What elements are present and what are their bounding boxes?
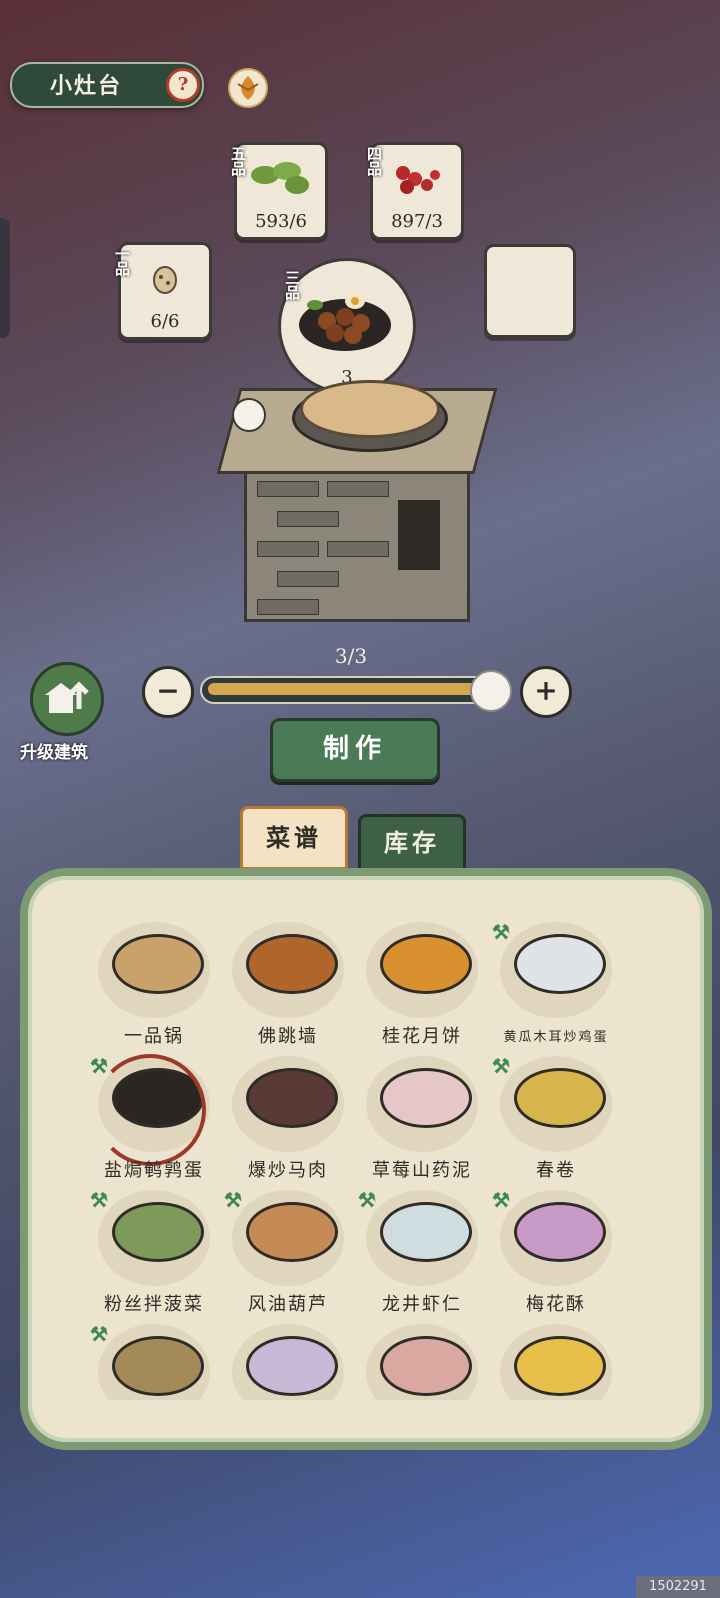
make-button[interactable]: 制作 xyxy=(270,718,440,782)
dish-icon xyxy=(514,934,606,994)
dish-icon xyxy=(514,1202,606,1262)
recipe-item[interactable]: 桂花月饼 xyxy=(356,922,488,1050)
hammer-icon: ⚒ xyxy=(492,1188,510,1212)
ingredient-count: 6/6 xyxy=(150,311,180,332)
quail-egg-icon xyxy=(153,266,177,294)
dish-icon xyxy=(246,934,338,994)
hammer-icon: ⚒ xyxy=(492,1054,510,1078)
herb-leaves-icon xyxy=(251,162,309,194)
quantity-slider-fill xyxy=(208,683,488,695)
dish-icon xyxy=(246,1202,338,1262)
recipe-item[interactable]: ⚒ 盐焗鹌鹑蛋 xyxy=(88,1054,220,1184)
upgrade-building-label[interactable]: 升级建筑 xyxy=(20,738,88,763)
recipe-item[interactable]: ⚒ 春卷 xyxy=(490,1054,622,1184)
dish-icon xyxy=(380,934,472,994)
recipe-name: 一品锅 xyxy=(124,1026,184,1047)
plus-button[interactable]: + xyxy=(520,666,572,718)
braised-eggs-dish-icon xyxy=(299,293,391,351)
ingredient-slot-empty[interactable] xyxy=(484,244,576,338)
recipe-name: 黄瓜木耳炒鸡蛋 xyxy=(503,1030,609,1045)
recipe-name: 盐焗鹌鹑蛋 xyxy=(104,1160,204,1181)
recipe-item[interactable]: ⚒ 风油葫芦 xyxy=(222,1188,354,1318)
recipe-name: 佛跳墙 xyxy=(258,1026,318,1047)
recipe-name: 梅花酥 xyxy=(526,1294,586,1315)
recipe-name: 粉丝拌菠菜 xyxy=(104,1294,204,1315)
dish-icon xyxy=(514,1336,606,1396)
hammer-icon: ⚒ xyxy=(224,1188,242,1212)
recipe-item[interactable]: ⚒爆炒马肉 xyxy=(222,1056,354,1184)
recipe-item[interactable]: ⚒ xyxy=(356,1324,488,1400)
hammer-icon: ⚒ xyxy=(90,1054,108,1078)
recipe-item[interactable]: ⚒ xyxy=(88,1324,220,1400)
recipe-item[interactable]: 佛跳墙 xyxy=(222,922,354,1050)
recipe-item[interactable]: ⚒ xyxy=(222,1324,354,1400)
recipe-item[interactable]: ⚒ 黄瓜木耳炒鸡蛋 xyxy=(490,920,622,1050)
recipe-name: 爆炒马肉 xyxy=(248,1160,328,1181)
hammer-icon: ⚒ xyxy=(358,1188,376,1212)
dish-icon xyxy=(246,1068,338,1128)
hammer-icon: ⚒ xyxy=(90,1188,108,1212)
recipe-name: 龙井虾仁 xyxy=(382,1294,462,1315)
ingredient-count: 593/6 xyxy=(255,211,307,232)
dish-icon xyxy=(246,1336,338,1396)
ingredient-count: 897/3 xyxy=(391,211,443,232)
selected-ring xyxy=(94,1054,206,1166)
recipe-item[interactable]: ⚒ 龙井虾仁 xyxy=(356,1188,488,1318)
recipe-name: 桂花月饼 xyxy=(382,1026,462,1047)
minus-button[interactable]: − xyxy=(142,666,194,718)
dish-icon xyxy=(380,1068,472,1128)
quantity-label: 3/3 xyxy=(334,644,368,668)
recipe-item[interactable]: 一品锅 xyxy=(88,922,220,1050)
quantity-slider-thumb[interactable] xyxy=(470,670,512,712)
grade-tag: 四品 xyxy=(365,146,383,176)
hammer-icon: ⚒ xyxy=(492,920,510,944)
recipe-item[interactable]: ⚒ 粉丝拌菠菜 xyxy=(88,1188,220,1318)
recipe-name: 春卷 xyxy=(536,1160,576,1181)
red-berries-icon xyxy=(396,166,440,194)
recipe-item[interactable]: ⚒ 梅花酥 xyxy=(490,1188,622,1318)
dish-icon xyxy=(380,1336,472,1396)
dish-icon xyxy=(380,1202,472,1262)
hammer-icon: ⚒ xyxy=(90,1324,108,1346)
bamboo-lid xyxy=(300,380,440,438)
help-icon[interactable]: ? xyxy=(166,68,200,102)
grade-tag: 三品 xyxy=(283,270,301,300)
dish-icon xyxy=(514,1068,606,1128)
page-title: 小灶台 xyxy=(50,73,123,99)
tab-inventory[interactable]: 库存 xyxy=(358,814,466,872)
fire-hole xyxy=(398,500,440,570)
grade-tag: 一品 xyxy=(113,246,131,276)
dish-icon xyxy=(112,1336,204,1396)
dish-icon xyxy=(112,934,204,994)
teapot-icon xyxy=(232,398,266,432)
upgrade-building-icon[interactable] xyxy=(30,662,104,736)
watermark: 1502291 xyxy=(636,1576,720,1598)
recipe-name: 草莓山药泥 xyxy=(372,1160,472,1181)
recipe-item[interactable]: ⚒ xyxy=(490,1324,622,1400)
dish-icon xyxy=(112,1202,204,1262)
side-drawer-handle[interactable] xyxy=(0,218,10,338)
phoenix-emblem-icon[interactable] xyxy=(228,68,268,108)
tab-recipes[interactable]: 菜谱 xyxy=(240,806,348,870)
grade-tag: 五品 xyxy=(229,146,247,176)
recipe-name: 风油葫芦 xyxy=(248,1294,328,1315)
recipe-item[interactable]: ⚒草莓山药泥 xyxy=(356,1056,488,1184)
